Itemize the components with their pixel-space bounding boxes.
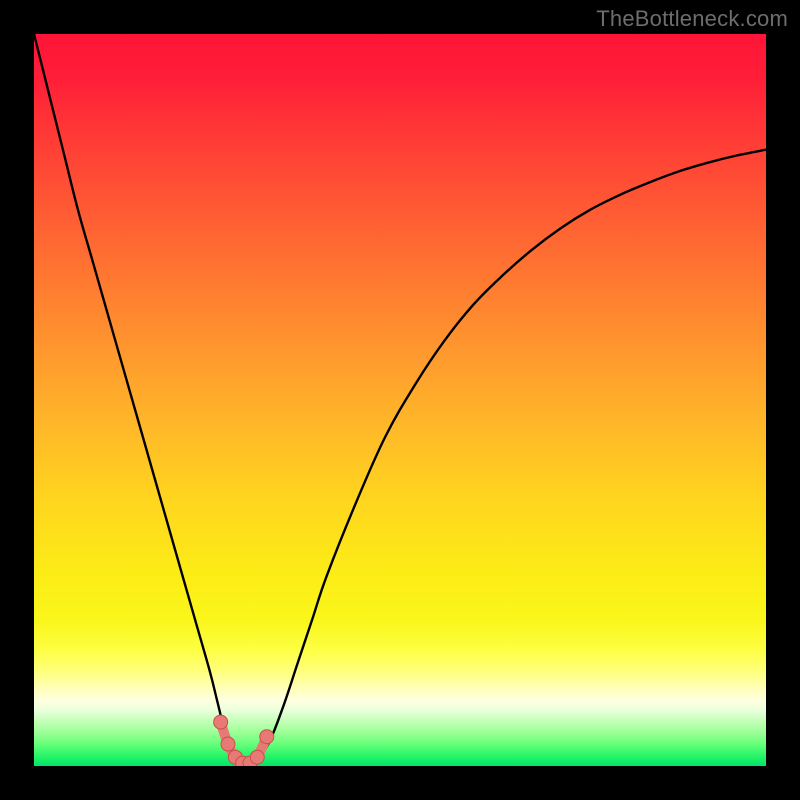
chart-frame: TheBottleneck.com — [0, 0, 800, 800]
watermark-text: TheBottleneck.com — [596, 6, 788, 32]
bottleneck-curve — [34, 34, 766, 766]
highlight-point — [214, 715, 228, 729]
chart-svg — [34, 34, 766, 766]
highlight-point — [260, 730, 274, 744]
highlight-points — [214, 715, 274, 766]
highlight-point — [250, 750, 264, 764]
highlight-point — [221, 737, 235, 751]
chart-plot-area — [34, 34, 766, 766]
